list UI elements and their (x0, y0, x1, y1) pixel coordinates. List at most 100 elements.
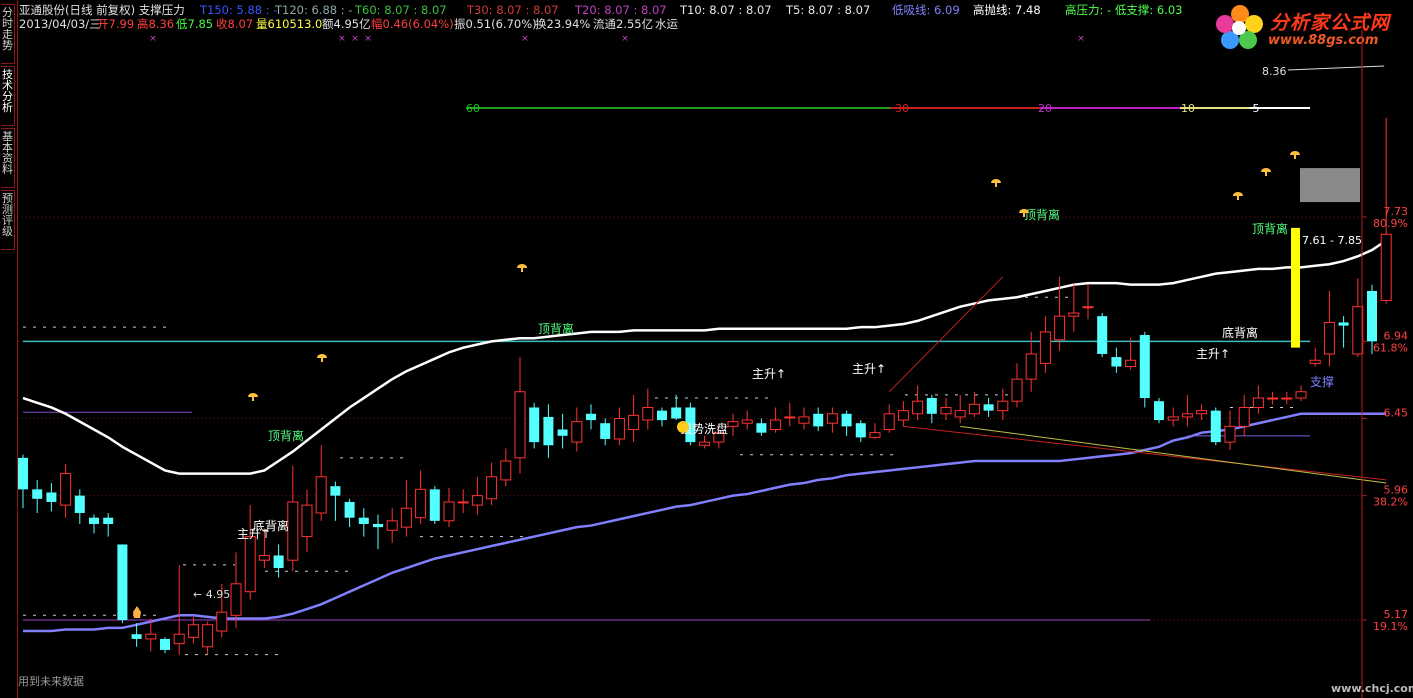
candle-body (600, 423, 611, 439)
candle-body (373, 523, 383, 528)
candle-body (202, 624, 214, 648)
top-price-label: 8.36 (1262, 65, 1287, 78)
candle-body (429, 489, 440, 521)
candles (18, 117, 1392, 655)
price-axis: 7.7380.9%6.9461.8%6.455.9638.2%5.1719.1% (1361, 30, 1409, 698)
candle-body (18, 457, 28, 490)
candle-body (557, 429, 568, 436)
price-tick-label: 6.45 (1384, 406, 1409, 419)
warning-mushroom-icon (1290, 151, 1300, 155)
candle-body (1125, 359, 1137, 368)
candle-body (1323, 321, 1335, 355)
candle-body (741, 419, 753, 424)
candle-body (1295, 391, 1307, 399)
candle-body (216, 611, 228, 632)
indicator-lines (22, 107, 1387, 633)
candle-body (841, 413, 852, 427)
signal-marker: × (338, 34, 346, 44)
candle-body (1352, 306, 1364, 355)
signal-marker: × (521, 34, 529, 44)
annotations: 60 30 20 10 57.61 - 7.858.36← 4.95顶背离顶背离顶背离顶… (133, 34, 1385, 618)
candle-body (912, 400, 924, 415)
candle-body (613, 417, 625, 440)
top-price-pointer (1287, 65, 1385, 71)
candle-body (940, 406, 952, 415)
warning-mushroom-icon (248, 393, 258, 397)
pct-tick-label: 38.2% (1373, 496, 1408, 509)
candle-body (997, 400, 1009, 412)
coin-icon (677, 421, 689, 433)
signal-marker: × (149, 34, 157, 44)
candle-body (1082, 306, 1094, 309)
candle-body (486, 476, 498, 500)
candle-body (103, 517, 114, 524)
countdown-label: 20 (1038, 102, 1052, 115)
candle-body (699, 441, 711, 446)
candle-body (1181, 413, 1193, 418)
bottom-divergence-label: 底背离 (1222, 325, 1258, 340)
candle-body (855, 423, 866, 438)
support-trendline (903, 425, 1387, 481)
candle-body (1154, 401, 1164, 421)
candle-body (657, 410, 667, 421)
candle-body (187, 624, 199, 638)
countdown-label: 60 (466, 102, 480, 115)
candle-body (1309, 359, 1321, 364)
warning-mushroom-icon (1294, 155, 1296, 159)
candle-body (315, 476, 327, 514)
candle-body (756, 423, 767, 433)
hand-pointer-icon (133, 606, 141, 618)
top-divergence-label: 顶背离 (1024, 207, 1060, 222)
watermark: www.chcj.com (1331, 682, 1413, 695)
pct-tick-label: 19.1% (1373, 620, 1408, 633)
candle-body (1252, 397, 1264, 408)
signal-marker: × (364, 34, 372, 44)
candle-body (1238, 406, 1250, 427)
candle-body (1054, 315, 1066, 341)
candle-body (471, 495, 483, 506)
candle-body (301, 504, 313, 538)
main-rise-label: 主升↑ (1196, 347, 1230, 361)
candle-body (571, 421, 583, 443)
warning-mushroom-icon (317, 354, 327, 358)
warning-mushroom-icon (995, 183, 997, 187)
candle-body (514, 391, 526, 459)
candle-body (32, 489, 43, 499)
candle-body (727, 421, 739, 427)
candle-body (1267, 397, 1279, 400)
candle-body (1011, 378, 1023, 402)
candle-body (869, 432, 881, 438)
candle-body (529, 407, 540, 443)
candle-body (443, 501, 455, 522)
candle-body (230, 583, 242, 616)
top-divergence-label: 顶背离 (268, 428, 304, 443)
candle-body (131, 634, 142, 639)
price-chart[interactable]: 60 30 20 10 57.61 - 7.858.36← 4.95顶背离顶背离顶背离顶… (0, 0, 1413, 698)
candle-body (145, 633, 157, 640)
candle-body (983, 404, 994, 411)
signal-marker: × (1077, 34, 1085, 44)
candle-body (1068, 312, 1080, 317)
candle-body (1111, 357, 1122, 367)
candle-body (287, 501, 299, 561)
candle-body (173, 633, 185, 645)
candle-body (1196, 410, 1208, 415)
main-rise-label: 主升↑ (752, 367, 786, 381)
range-bar (1291, 227, 1300, 348)
warning-mushroom-icon (1023, 213, 1025, 217)
candle-body (89, 517, 99, 524)
candle-body (813, 413, 824, 427)
warning-mushroom-icon (1265, 172, 1267, 176)
pct-tick-label: 61.8% (1373, 341, 1408, 354)
candle-body (628, 414, 640, 431)
candle-body (1367, 290, 1377, 342)
top-divergence-label: 顶背离 (538, 321, 574, 336)
warning-mushroom-icon (1233, 192, 1243, 196)
candle-body (1039, 331, 1051, 364)
candle-body (457, 501, 469, 504)
candle-body (1139, 335, 1150, 399)
candle-body (400, 507, 412, 528)
warning-mushroom-icon (517, 264, 527, 268)
main-rise-label: 主升↑ (237, 527, 271, 541)
candle-body (117, 544, 128, 621)
